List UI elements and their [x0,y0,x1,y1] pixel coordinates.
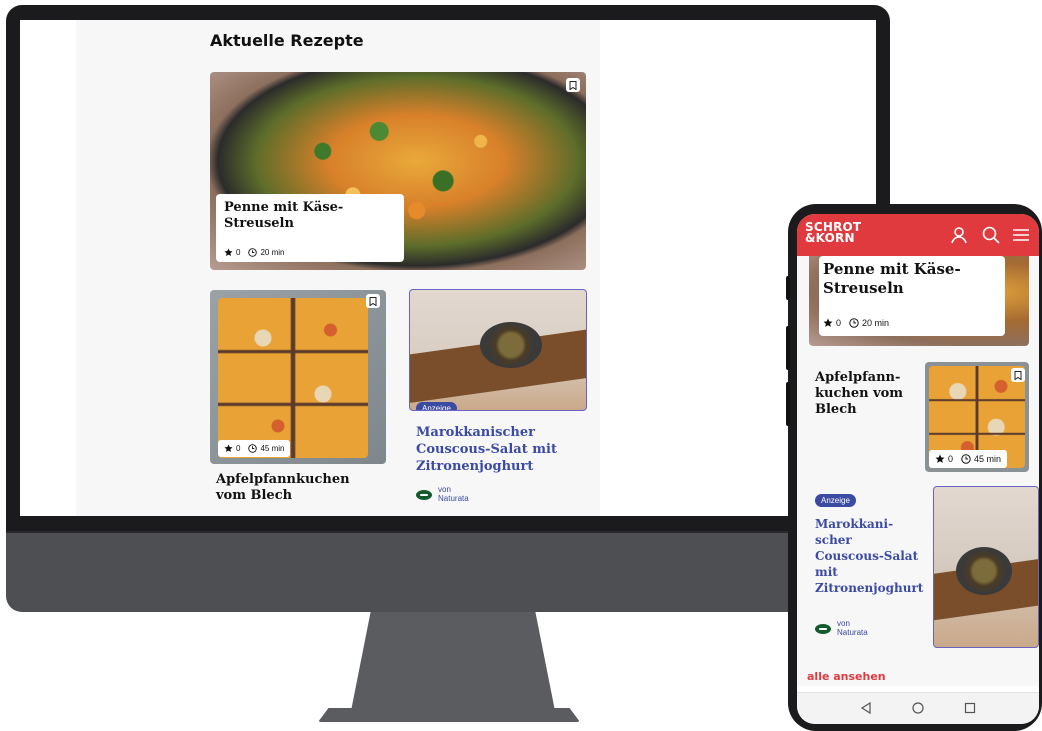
star-icon [224,444,233,453]
phone-content: Penne mit Käse- Streuseln 0 20 min Apfelp… [797,256,1039,686]
recipe-title: Penne mit Käse- Streuseln [224,200,344,231]
ad-image-plate [480,322,542,368]
recents-icon[interactable] [963,701,977,715]
phone-header: SCHROT &KORN [797,214,1039,256]
clock-icon [248,248,258,257]
recipe-card-apfel[interactable]: 0 45 min [210,290,386,464]
star-icon [224,248,233,257]
phone-screen: SCHROT&KORN Penne mit Käse-Streuseln 0 [797,214,1039,724]
time-value: 20 min [862,318,890,328]
ad-brand[interactable]: von Naturata [416,485,469,504]
star-icon [823,318,833,327]
bookmark-icon[interactable] [1011,368,1025,382]
recipe-label: Penne mit Käse- Streuseln 0 20 min [216,194,404,262]
rating-value: 0 [948,454,954,464]
android-nav-bar [797,692,1039,724]
site-logo[interactable]: SCHROT &KORN [805,221,861,244]
ad-badge: Anzeige [416,402,457,410]
monitor-chin [6,533,890,612]
recipe-card-penne[interactable]: Penne mit Käse- Streuseln 0 20 min [210,72,586,270]
recipe-meta: 0 45 min [929,450,1008,468]
ad-card-couscous[interactable] [933,486,1039,648]
phone-button [786,276,790,300]
bookmark-icon[interactable] [366,294,380,308]
brand-text: von Naturata [837,619,868,637]
clock-icon [248,444,258,453]
section-title: Aktuelle Rezepte [210,31,364,50]
ad-image-plate [956,547,1012,595]
recipe-label: Penne mit Käse- Streuseln 0 20 min [819,256,1005,336]
search-icon[interactable] [981,225,1001,245]
clock-icon [849,318,859,328]
monitor-foot [318,708,580,722]
naturata-logo-icon [416,489,432,500]
recipe-title[interactable]: Apfelpfannkuchen vom Blech [216,472,350,504]
rating-value: 0 [236,248,241,257]
recipe-title: Penne mit Käse- Streuseln [823,260,961,297]
time-value: 45 min [260,444,285,453]
phone-button [786,382,790,426]
ad-title[interactable]: Marokkani-scher Couscous-Salat mit Zitronen… [815,516,923,596]
user-icon[interactable] [949,225,969,245]
see-all-link[interactable]: alle ansehen [807,670,886,683]
ad-card-couscous[interactable]: Anzeige [409,289,587,411]
recipe-card-penne[interactable]: Penne mit Käse- Streuseln 0 20 min [809,256,1029,346]
recipe-meta: 0 20 min [224,248,284,257]
desktop-screen: Aktuelle Rezepte Penne mit Käse- Streusel… [20,20,876,516]
star-icon [935,454,945,463]
recipe-card-apfel[interactable]: 0 45 min [925,362,1029,472]
menu-icon[interactable] [1011,225,1031,245]
home-icon[interactable] [911,701,925,715]
ad-badge: Anzeige [815,494,856,507]
ad-brand[interactable]: von Naturata [815,619,868,638]
recipe-image [218,298,368,458]
back-icon[interactable] [859,701,873,715]
time-value: 20 min [260,248,285,257]
brand-text: von Naturata [438,485,469,503]
rating-value: 0 [836,318,842,328]
rating-value: 0 [236,444,241,453]
naturata-logo-icon [815,623,831,634]
ad-title[interactable]: Marokkanischer Couscous-Salat mit Zitronen… [416,424,557,475]
bookmark-icon[interactable] [566,78,580,92]
phone-button [786,326,790,370]
recipe-title[interactable]: Apfelpfann-kuchen vom Blech [815,370,903,418]
clock-icon [961,454,971,464]
recipe-meta: 0 45 min [218,440,291,457]
time-value: 45 min [974,454,1002,464]
monitor-stand [350,612,556,716]
recipe-meta: 0 20 min [823,318,889,328]
